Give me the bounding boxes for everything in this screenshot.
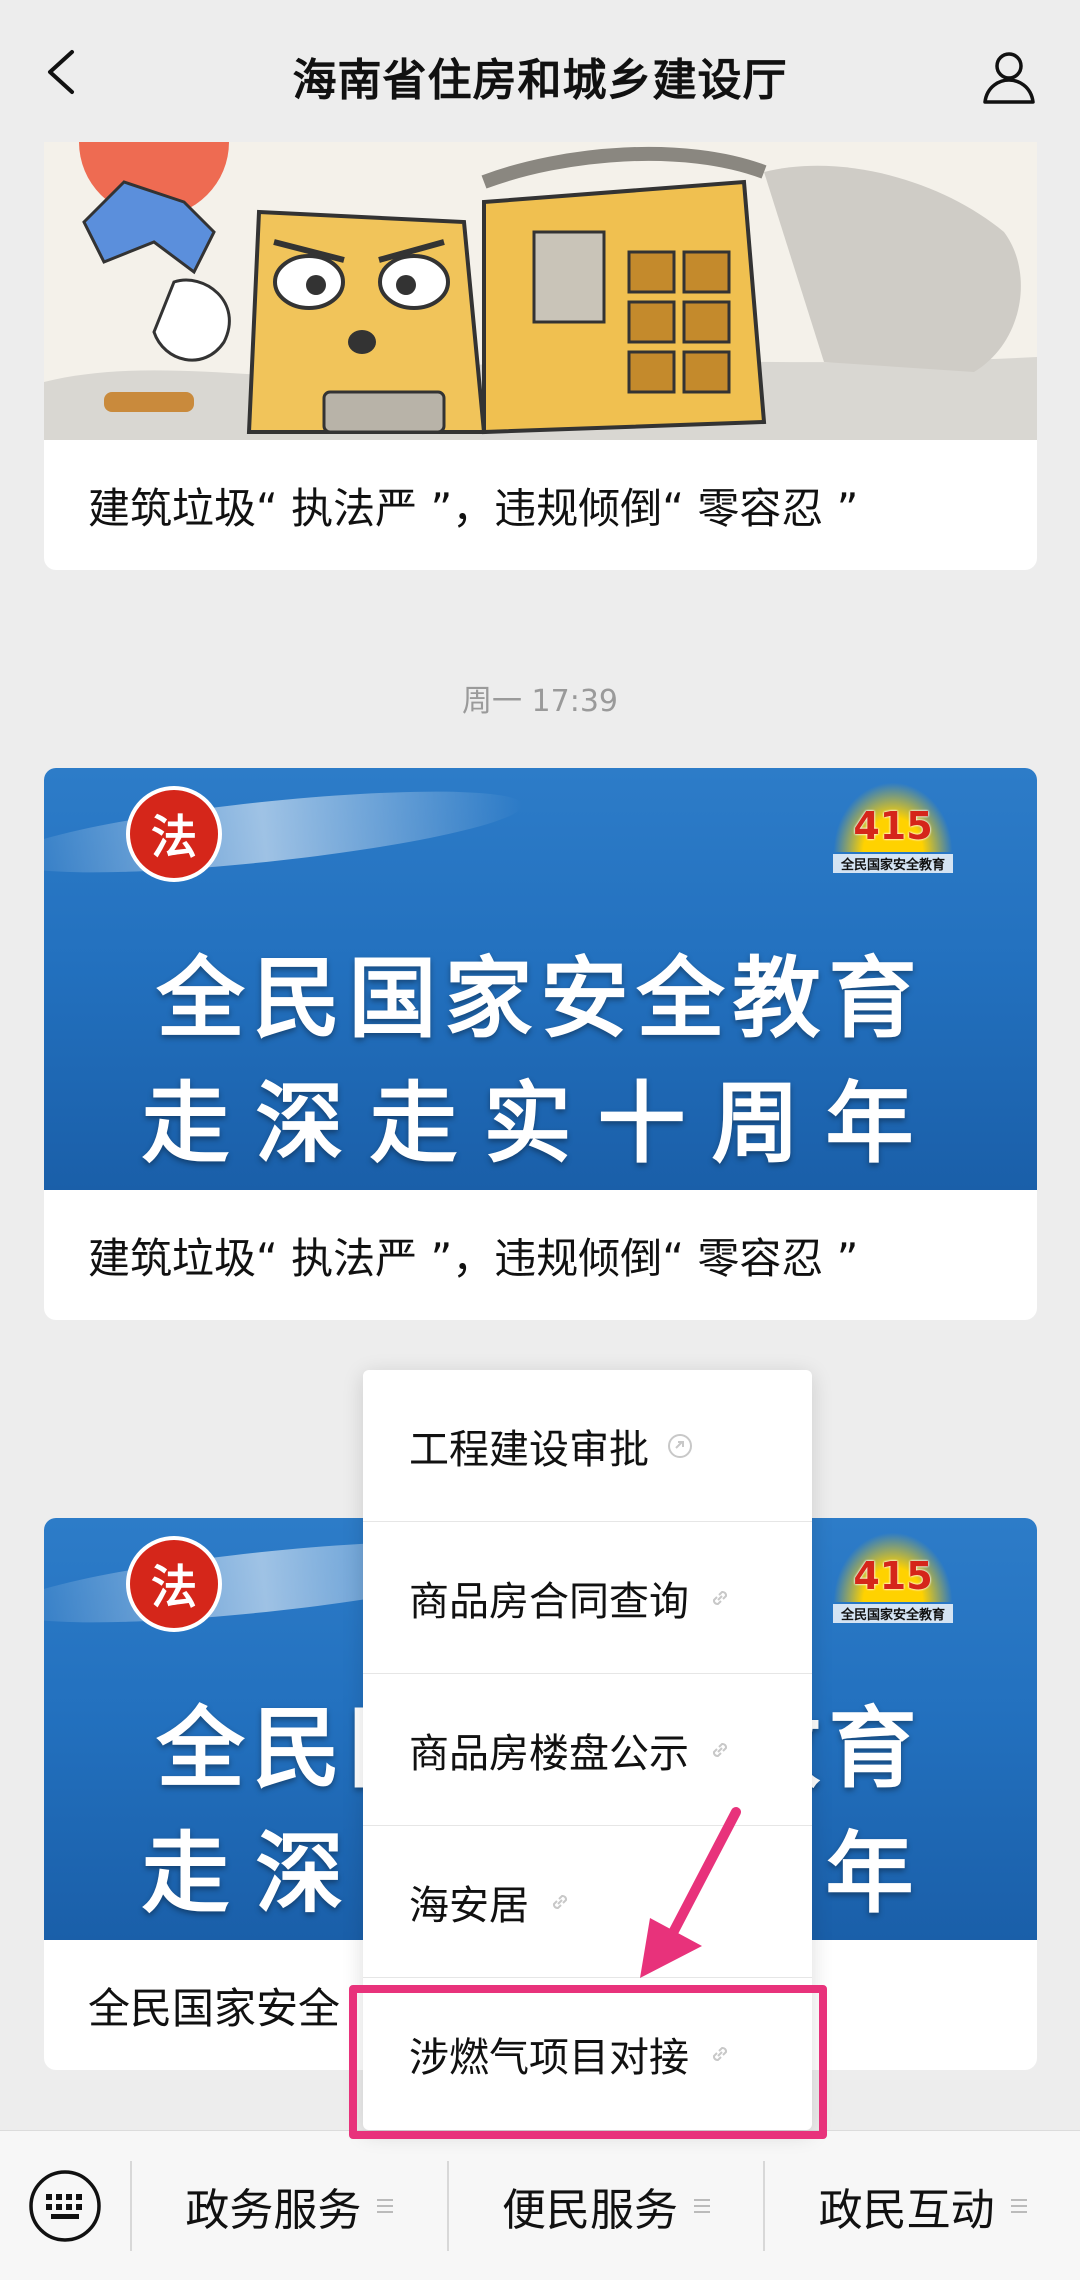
keyboard-icon	[29, 2169, 101, 2242]
top-navigation-bar: 海南省住房和城乡建设厅	[0, 0, 1080, 142]
security-day-logo: 415 全民国家安全教育	[833, 782, 953, 882]
link-icon	[712, 1742, 728, 1757]
banner-headline-line1: 全民国家安全教育	[156, 947, 925, 1050]
logo-number: 415	[853, 804, 933, 848]
screen: 海南省住房和城乡建设厅 建筑垃圾“ 执法严 ”，违规倾倒“ 零容忍 ” 周一 1…	[0, 0, 1080, 2280]
submenu-indicator-icon	[1010, 2198, 1027, 2213]
law-logo: 法	[126, 1536, 222, 1632]
menu-label: 政务服务	[185, 2184, 362, 2236]
service-submenu: 工程建设审批 商品房合同查询 商品房楼盘公示 海安居 涉燃气项目对接	[363, 1370, 812, 2130]
link-icon	[712, 1590, 728, 1605]
menu-label: 政民互动	[818, 2184, 995, 2236]
menu-government-services[interactable]: 政务服务	[132, 2131, 447, 2280]
logo-subtitle: 全民国家安全教育	[833, 1604, 953, 1623]
bottom-menu-bar: 政务服务 便民服务 政民互动	[0, 2130, 1080, 2280]
law-logo: 法	[126, 786, 222, 882]
menu-convenience-services[interactable]: 便民服务	[449, 2131, 764, 2280]
article-thumbnail-banner: 法 415 全民国家安全教育 全民国家安全教育 走深走实十周年	[44, 768, 1037, 1190]
cartoon-truck-illustration	[44, 142, 1037, 440]
menu-item-gas-project[interactable]: 涉燃气项目对接	[363, 1978, 812, 2130]
menu-item-label: 商品房合同查询	[409, 1578, 689, 1625]
message-timestamp: 周一 17:39	[462, 684, 618, 719]
menu-item-label: 商品房楼盘公示	[409, 1730, 689, 1777]
link-icon	[552, 1894, 568, 1909]
article-title: 建筑垃圾“ 执法严 ”，违规倾倒“ 零容忍 ”	[88, 483, 859, 533]
banner-headline-line2: 走深走实十周年	[141, 1072, 940, 1175]
article-title: 建筑垃圾“ 执法严 ”，违规倾倒“ 零容忍 ”	[88, 1233, 859, 1283]
annotation-arrow-icon	[640, 1807, 741, 1978]
keyboard-toggle-button[interactable]	[0, 2131, 130, 2280]
article-card[interactable]: 法 415 全民国家安全教育 全民国家安全教育 走深走实十周年 建筑垃圾“ 执法…	[44, 768, 1037, 1320]
page-title: 海南省住房和城乡建设厅	[292, 55, 788, 106]
menu-label: 便民服务	[502, 2184, 678, 2236]
submenu-indicator-icon	[694, 2198, 710, 2213]
menu-item-contract-query[interactable]: 商品房合同查询	[363, 1522, 812, 1674]
logo-subtitle: 全民国家安全教育	[833, 854, 953, 873]
menu-item-label: 海安居	[409, 1882, 529, 1929]
link-icon	[712, 2046, 728, 2062]
article-card[interactable]: 建筑垃圾“ 执法严 ”，违规倾倒“ 零容忍 ”	[44, 142, 1037, 570]
menu-item-label: 工程建设审批	[409, 1426, 649, 1473]
light-streak	[44, 774, 526, 890]
menu-item-engineering-approval[interactable]: 工程建设审批	[363, 1370, 812, 1522]
security-day-logo: 415 全民国家安全教育	[833, 1532, 953, 1632]
submenu-indicator-icon	[377, 2198, 394, 2213]
profile-icon[interactable]	[980, 48, 1038, 106]
link-icon	[668, 1433, 692, 1458]
menu-item-label: 涉燃气项目对接	[409, 2035, 689, 2081]
menu-citizen-interaction[interactable]: 政民互动	[765, 2131, 1080, 2280]
article-thumbnail-cartoon-truck	[44, 142, 1037, 440]
logo-number: 415	[853, 1554, 933, 1598]
